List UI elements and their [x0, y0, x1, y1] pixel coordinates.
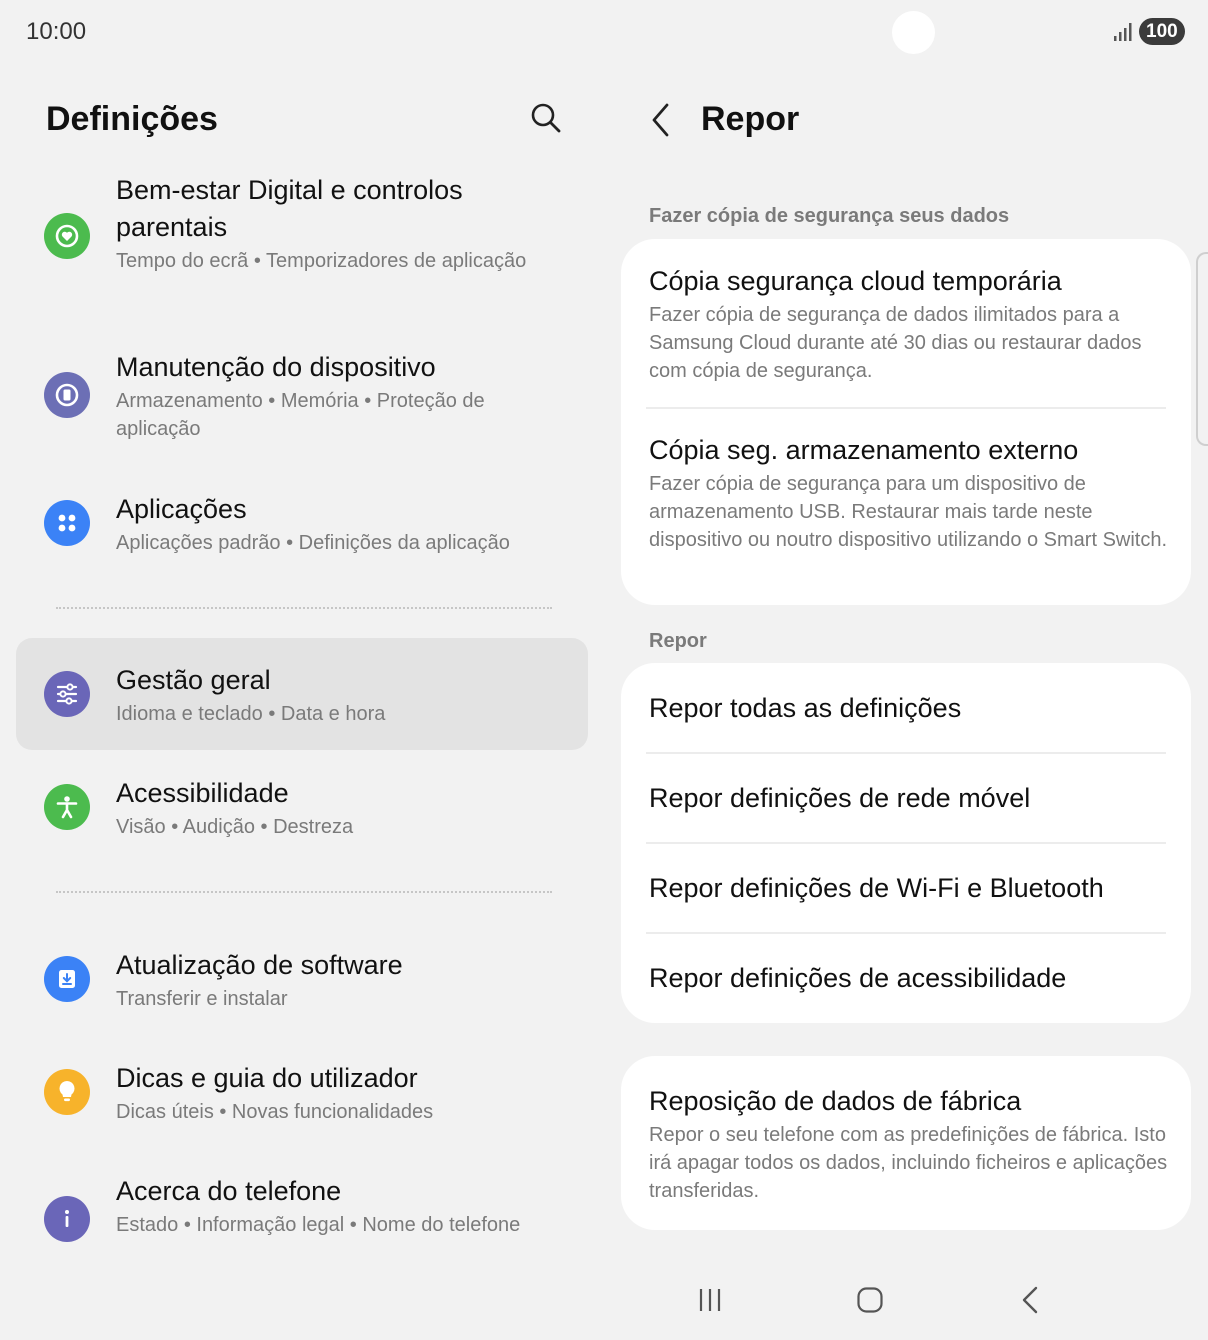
row-title: Repor definições de acessibilidade: [649, 963, 1067, 993]
row-title: Repor definições de rede móvel: [649, 783, 1031, 813]
reset-options-card: Repor todas as definições Repor definiçõ…: [621, 663, 1191, 1023]
settings-item-subtitle: Dicas úteis • Novas funcionalidades: [116, 1101, 434, 1123]
reset-accessibility-row[interactable]: Repor definições de acessibilidade: [621, 933, 1191, 1023]
recents-icon[interactable]: [690, 1280, 730, 1320]
settings-item-software-update[interactable]: Atualização de software Transferir e ins…: [16, 947, 588, 1017]
row-description: Fazer cópia de segurança para um disposi…: [649, 473, 1168, 551]
scrollbar[interactable]: [1196, 252, 1208, 446]
settings-item-digital-wellbeing[interactable]: Bem-estar Digital e controlos parentais …: [16, 172, 588, 312]
reset-detail-pane: Repor Fazer cópia de segurança seus dado…: [604, 64, 1208, 1340]
settings-item-title: Dicas e guia do utilizador: [116, 1063, 418, 1093]
settings-item-device-care[interactable]: Manutenção do dispositivo Armazenamento …: [16, 349, 588, 449]
settings-item-tips[interactable]: Dicas e guia do utilizador Dicas úteis •…: [16, 1060, 588, 1130]
software-update-icon: [44, 956, 90, 1002]
settings-item-subtitle: Idioma e teclado • Data e hora: [116, 703, 386, 725]
back-icon[interactable]: [1010, 1280, 1050, 1320]
apps-icon: [44, 500, 90, 546]
reset-mobile-network-row[interactable]: Repor definições de rede móvel: [621, 753, 1191, 843]
settings-item-subtitle: Transferir e instalar: [116, 988, 288, 1010]
row-title: Reposição de dados de fábrica: [649, 1086, 1022, 1116]
row-title: Cópia seg. armazenamento externo: [649, 435, 1079, 465]
section-divider: [56, 607, 552, 609]
search-icon[interactable]: [528, 100, 564, 136]
settings-item-title: Aplicações: [116, 494, 247, 524]
device-care-icon: [44, 372, 90, 418]
reset-wifi-bluetooth-row[interactable]: Repor definições de Wi-Fi e Bluetooth: [621, 843, 1191, 933]
lightbulb-icon: [44, 1069, 90, 1115]
settings-item-title: Gestão geral: [116, 665, 271, 695]
settings-item-title: Acerca do telefone: [116, 1176, 342, 1206]
chevron-left-icon[interactable]: [644, 100, 678, 140]
settings-item-subtitle: Tempo do ecrã • Temporizadores de aplica…: [116, 250, 527, 272]
backup-card: Cópia segurança cloud temporária Fazer c…: [621, 239, 1191, 605]
settings-item-title: Atualização de software: [116, 950, 403, 980]
reset-all-settings-row[interactable]: Repor todas as definições: [621, 663, 1191, 753]
status-clock: 10:00: [26, 18, 87, 45]
settings-item-apps[interactable]: Aplicações Aplicações padrão • Definiçõe…: [16, 491, 588, 561]
settings-item-general-management[interactable]: Gestão geral Idioma e teclado • Data e h…: [16, 638, 588, 750]
sliders-icon: [44, 671, 90, 717]
section-divider: [56, 891, 552, 893]
digital-wellbeing-icon: [44, 213, 90, 259]
settings-item-about-phone[interactable]: Acerca do telefone Estado • Informação l…: [16, 1173, 588, 1273]
page-title: Definições: [46, 100, 218, 138]
row-description: Repor o seu telefone com as predefiniçõe…: [649, 1124, 1168, 1202]
accessibility-icon: [44, 784, 90, 830]
section-header-backup: Fazer cópia de segurança seus dados: [649, 205, 1010, 227]
settings-item-title: Bem-estar Digital e controlos parentais: [116, 175, 463, 242]
settings-item-title: Acessibilidade: [116, 778, 289, 808]
factory-reset-card: Reposição de dados de fábrica Repor o se…: [621, 1056, 1191, 1230]
row-title: Repor todas as definições: [649, 693, 962, 723]
info-icon: [44, 1196, 90, 1242]
row-title: Cópia segurança cloud temporária: [649, 266, 1062, 296]
camera-cutout: [892, 11, 935, 54]
battery-indicator: 100: [1139, 18, 1185, 45]
settings-item-subtitle: Visão • Audição • Destreza: [116, 816, 354, 838]
home-icon[interactable]: [850, 1280, 890, 1320]
detail-title: Repor: [701, 100, 800, 138]
settings-item-accessibility[interactable]: Acessibilidade Visão • Audição • Destrez…: [16, 775, 588, 845]
settings-item-subtitle: Estado • Informação legal • Nome do tele…: [116, 1214, 521, 1236]
row-title: Repor definições de Wi-Fi e Bluetooth: [649, 873, 1104, 903]
status-bar: 10:00 100: [0, 0, 1208, 64]
row-description: Fazer cópia de segurança de dados ilimit…: [649, 304, 1142, 382]
factory-data-reset-row[interactable]: Reposição de dados de fábrica Repor o se…: [621, 1056, 1191, 1230]
external-storage-backup-row[interactable]: Cópia seg. armazenamento externo Fazer c…: [621, 409, 1191, 605]
settings-list-pane: Definições Bem-estar Digital e controlos…: [0, 64, 604, 1340]
section-header-reset: Repor: [649, 630, 707, 652]
settings-item-subtitle: Armazenamento • Memória • Proteção de ap…: [116, 390, 485, 440]
signal-bars-icon: [1114, 23, 1132, 41]
settings-item-title: Manutenção do dispositivo: [116, 352, 436, 382]
cloud-backup-row[interactable]: Cópia segurança cloud temporária Fazer c…: [621, 239, 1191, 409]
settings-item-subtitle: Aplicações padrão • Definições da aplica…: [116, 532, 510, 554]
